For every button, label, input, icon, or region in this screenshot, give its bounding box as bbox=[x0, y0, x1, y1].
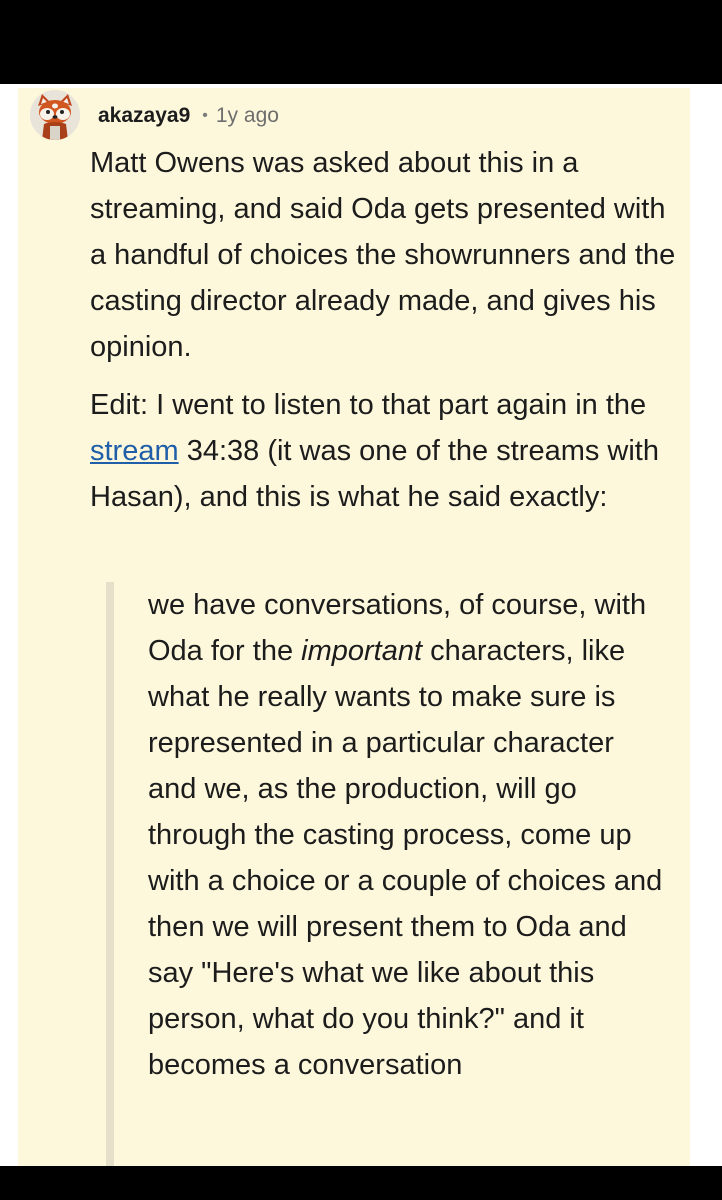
red-panda-avatar-icon[interactable] bbox=[30, 90, 80, 140]
screen: akazaya9 • 1y ago Matt Owens was asked a… bbox=[0, 0, 722, 1200]
quote-text-after: characters, like what he really wants to… bbox=[148, 635, 663, 1081]
author-username[interactable]: akazaya9 bbox=[98, 104, 190, 128]
comment-meta: akazaya9 • 1y ago bbox=[98, 102, 279, 130]
quote-emphasis: important bbox=[301, 635, 423, 667]
comment-card: akazaya9 • 1y ago Matt Owens was asked a… bbox=[18, 88, 690, 1166]
status-bar bbox=[0, 0, 722, 84]
blockquote: we have conversations, of course, with O… bbox=[106, 582, 676, 1166]
meta-separator: • bbox=[202, 107, 208, 124]
edit-text-before: Edit: I went to listen to that part agai… bbox=[90, 389, 647, 421]
quote-bar bbox=[106, 582, 114, 1166]
comment-paragraph: Matt Owens was asked about this in a str… bbox=[90, 147, 676, 363]
navigation-bar bbox=[0, 1166, 722, 1200]
comment-paragraph-edit: Edit: I went to listen to that part agai… bbox=[90, 382, 680, 520]
quote-text: we have conversations, of course, with O… bbox=[148, 582, 668, 1088]
comment-age: 1y ago bbox=[215, 104, 279, 127]
page: akazaya9 • 1y ago Matt Owens was asked a… bbox=[0, 84, 722, 1166]
comment-body: Matt Owens was asked about this in a str… bbox=[90, 140, 680, 520]
stream-link[interactable]: stream bbox=[90, 435, 179, 467]
